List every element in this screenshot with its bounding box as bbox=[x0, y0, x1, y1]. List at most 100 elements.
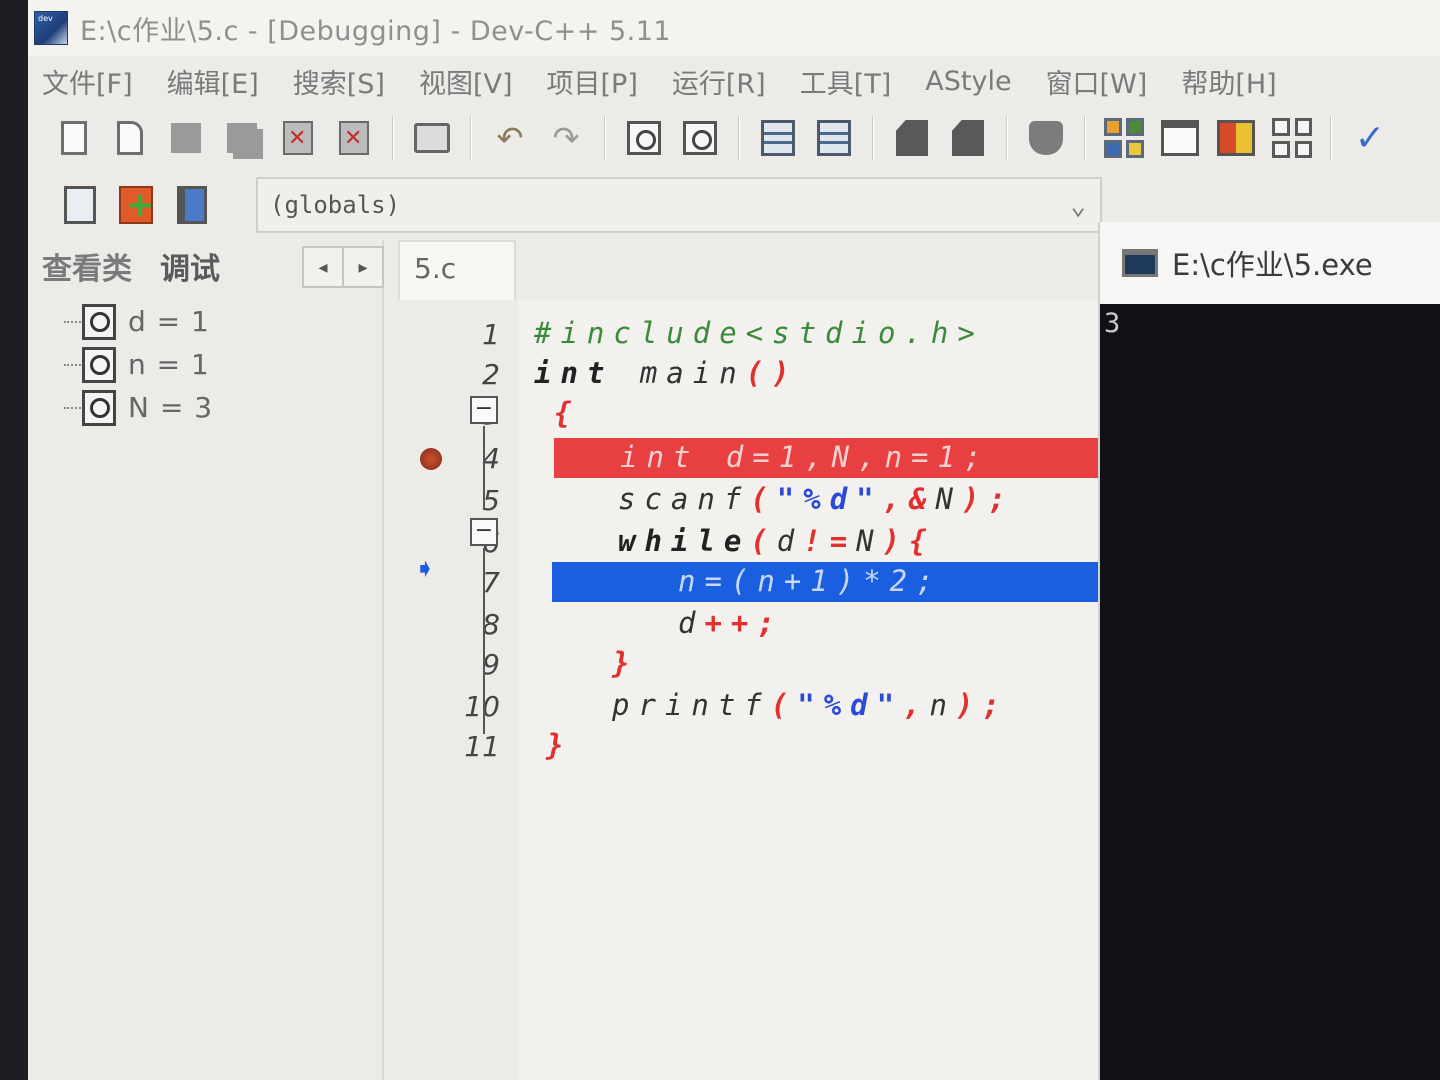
save-all-button[interactable] bbox=[222, 118, 262, 158]
print-icon bbox=[414, 123, 450, 153]
fold-toggle-icon[interactable]: − bbox=[470, 518, 498, 546]
save-button[interactable] bbox=[166, 118, 206, 158]
code-line: 2 int main() bbox=[386, 354, 1098, 394]
check-button[interactable]: ✓ bbox=[1350, 117, 1390, 159]
watch-item[interactable]: N = 3 bbox=[58, 386, 213, 429]
shield-button[interactable] bbox=[1026, 118, 1066, 158]
fold-toggle-icon[interactable]: − bbox=[470, 396, 498, 424]
breakpoint-line: int d=1,N,n=1; bbox=[554, 438, 1098, 478]
watch-icon bbox=[82, 389, 116, 426]
menu-view[interactable]: 视图[V] bbox=[419, 62, 513, 101]
line-number: 10 bbox=[430, 690, 500, 723]
menu-file[interactable]: 文件[F] bbox=[42, 62, 133, 101]
window-title: E:\c作业\5.c - [Debugging] - Dev-C++ 5.11 bbox=[80, 15, 672, 47]
console-window[interactable]: E:\c作业\5.exe 3 bbox=[1098, 222, 1440, 1080]
menu-tools[interactable]: 工具[T] bbox=[800, 62, 892, 101]
add-button[interactable] bbox=[116, 185, 156, 225]
close-file-icon bbox=[283, 121, 313, 155]
code-line: 11 } bbox=[386, 726, 1098, 766]
shield-icon bbox=[1029, 121, 1063, 155]
console-output: 3 bbox=[1104, 308, 1121, 339]
title-bar: E:\c作业\5.c - [Debugging] - Dev-C++ 5.11 bbox=[28, 0, 1440, 56]
watch-list: d = 1 n = 1 N = 3 bbox=[58, 300, 213, 429]
tab-classes[interactable]: 查看类 bbox=[42, 244, 132, 288]
undo-button[interactable]: ↶ bbox=[490, 118, 530, 158]
bookmark-next-button[interactable] bbox=[948, 118, 988, 158]
book-icon bbox=[177, 186, 207, 224]
code-editor[interactable]: 1 #include<stdio.h> 2 int main() 3 { int… bbox=[386, 300, 1098, 1080]
redo-button[interactable]: ↷ bbox=[546, 118, 586, 158]
new-project-button[interactable] bbox=[1104, 118, 1144, 158]
tab-scroller: ◂ ▸ bbox=[302, 246, 384, 288]
menu-window[interactable]: 窗口[W] bbox=[1046, 62, 1148, 101]
redo-icon: ↷ bbox=[552, 119, 580, 157]
menu-search[interactable]: 搜索[S] bbox=[293, 62, 385, 101]
code-line: 7 bbox=[386, 562, 518, 602]
line-number: 7 bbox=[482, 566, 500, 599]
book-button[interactable] bbox=[172, 185, 212, 225]
bookmark-next-icon bbox=[952, 120, 984, 156]
watch-item[interactable]: d = 1 bbox=[58, 300, 213, 343]
scroll-right-icon[interactable]: ▸ bbox=[344, 248, 382, 286]
replace-button[interactable] bbox=[680, 118, 720, 158]
window-button[interactable] bbox=[1160, 118, 1200, 158]
code-text: scanf("%d",&N); bbox=[618, 482, 1015, 516]
code-line: 9 } bbox=[386, 644, 1098, 684]
line-number: 1 bbox=[482, 318, 500, 351]
indent-button[interactable] bbox=[758, 118, 798, 158]
new-file-button[interactable] bbox=[54, 118, 94, 158]
copy-button[interactable] bbox=[60, 185, 100, 225]
close-all-button[interactable] bbox=[334, 118, 374, 158]
console-icon bbox=[1122, 249, 1158, 277]
current-line: n=(n+1)*2; bbox=[552, 562, 1098, 602]
replace-icon bbox=[683, 121, 717, 155]
undo-icon: ↶ bbox=[496, 119, 524, 157]
code-text: n=(n+1)*2; bbox=[678, 564, 943, 598]
indent-icon bbox=[761, 120, 795, 156]
menu-run[interactable]: 运行[R] bbox=[672, 62, 766, 101]
breakpoint-icon[interactable] bbox=[420, 448, 442, 470]
watch-value: N = 3 bbox=[128, 391, 214, 424]
tab-debug[interactable]: 调试 bbox=[160, 244, 220, 288]
find-icon bbox=[627, 121, 661, 155]
menu-astyle[interactable]: AStyle bbox=[925, 66, 1011, 97]
unindent-icon bbox=[817, 120, 851, 156]
palette-button[interactable] bbox=[1216, 118, 1256, 158]
close-button[interactable] bbox=[278, 118, 318, 158]
menu-edit[interactable]: 编辑[E] bbox=[167, 62, 259, 101]
menu-project[interactable]: 项目[P] bbox=[547, 62, 638, 101]
add-icon bbox=[119, 185, 155, 225]
code-line: 10 printf("%d",n); bbox=[386, 686, 1098, 726]
code-text: int d=1,N,n=1; bbox=[620, 440, 991, 474]
code-text: #include<stdio.h> bbox=[534, 316, 984, 350]
tab-5c[interactable]: 5.c bbox=[398, 240, 516, 300]
code-text: int main() bbox=[534, 356, 799, 390]
layout-button[interactable] bbox=[1272, 118, 1312, 158]
scope-select[interactable]: (globals) ⌄ bbox=[256, 177, 1102, 233]
code-text: } bbox=[612, 646, 639, 680]
main-toolbar: ↶ ↷ ✓ bbox=[28, 106, 1440, 170]
code-line: 1 #include<stdio.h> bbox=[386, 314, 1098, 354]
line-number: 5 bbox=[482, 484, 500, 517]
find-button[interactable] bbox=[624, 118, 664, 158]
layout-icon bbox=[1272, 118, 1312, 158]
check-icon: ✓ bbox=[1354, 117, 1386, 159]
line-number: 2 bbox=[482, 358, 500, 391]
line-number: 8 bbox=[482, 608, 500, 641]
menu-help[interactable]: 帮助[H] bbox=[1181, 62, 1276, 101]
bookmark-prev-button[interactable] bbox=[892, 118, 932, 158]
code-text: { bbox=[554, 396, 581, 430]
code-line: 4 bbox=[386, 438, 518, 478]
palette-icon bbox=[1217, 120, 1255, 156]
print-button[interactable] bbox=[412, 118, 452, 158]
console-title: E:\c作业\5.exe bbox=[1172, 248, 1373, 282]
line-number: 9 bbox=[482, 648, 500, 681]
project-icon bbox=[1104, 118, 1144, 158]
code-text: } bbox=[546, 728, 573, 762]
open-file-button[interactable] bbox=[110, 118, 150, 158]
save-all-icon bbox=[227, 123, 257, 153]
scroll-left-icon[interactable]: ◂ bbox=[304, 248, 344, 286]
watch-item[interactable]: n = 1 bbox=[58, 343, 213, 386]
unindent-button[interactable] bbox=[814, 118, 854, 158]
menu-bar: 文件[F] 编辑[E] 搜索[S] 视图[V] 项目[P] 运行[R] 工具[T… bbox=[28, 58, 1440, 104]
